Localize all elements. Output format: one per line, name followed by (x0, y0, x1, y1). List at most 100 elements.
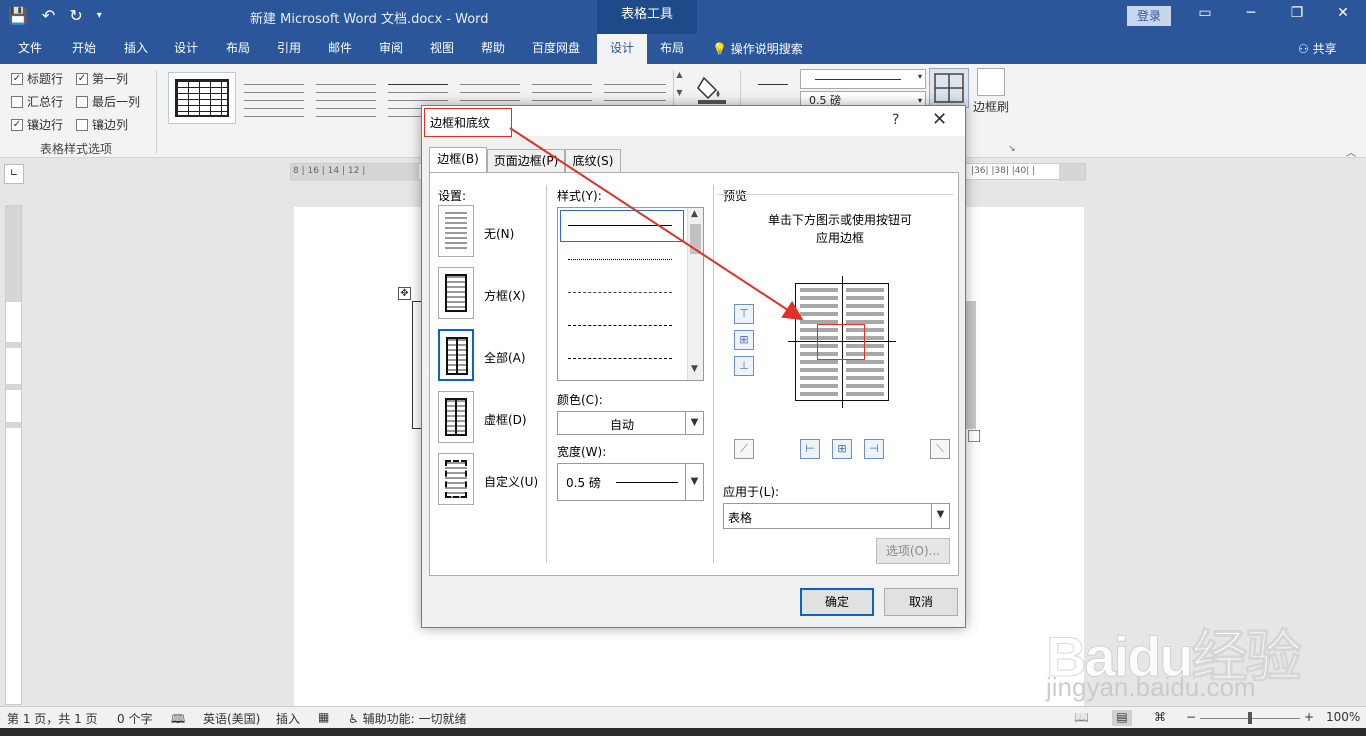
setting-none-label[interactable]: 无(N) (484, 225, 514, 242)
print-layout-icon[interactable]: ▤ (1112, 710, 1132, 726)
ruler-margin-right (1059, 164, 1085, 181)
customize-qat-icon[interactable]: ▾ (97, 10, 102, 21)
tab-view[interactable]: 视图 (420, 34, 464, 64)
tab-design[interactable]: 设计 (164, 34, 208, 64)
table-style-plain-2[interactable] (312, 72, 380, 124)
right-border-icon[interactable]: ⊣ (864, 439, 884, 459)
close-icon[interactable]: ✕ (932, 109, 947, 130)
status-bar: 第 1 页，共 1 页 0 个字 🕮 英语(美国) 插入 ▦ ♿ 辅助功能: 一… (0, 706, 1366, 728)
tab-table-design[interactable]: 设计 (597, 34, 647, 64)
tab-help[interactable]: 帮助 (471, 34, 515, 64)
save-icon[interactable]: 💾 (8, 6, 28, 25)
line-style-dotted[interactable] (568, 259, 672, 260)
diagonal-up-border-icon[interactable]: ⟋ (734, 439, 754, 459)
tab-baidu-netdisk[interactable]: 百度网盘 (524, 34, 588, 64)
language[interactable]: 英语(美国) (203, 710, 260, 727)
shading-button[interactable] (694, 70, 730, 106)
style-list-scrollbar[interactable]: ▲ ▼ (687, 208, 703, 380)
tab-references[interactable]: 引用 (267, 34, 311, 64)
tab-home[interactable]: 开始 (62, 34, 106, 64)
read-mode-icon[interactable]: 📖 (1074, 710, 1089, 724)
checkbox-total-row[interactable]: 汇总行 (11, 93, 63, 110)
left-border-icon[interactable]: ⊢ (800, 439, 820, 459)
line-style-solid[interactable] (568, 225, 672, 226)
table-style-grid[interactable] (168, 72, 236, 124)
login-button[interactable]: 登录 (1127, 6, 1171, 26)
zoom-slider-thumb[interactable] (1248, 712, 1252, 724)
share-button[interactable]: ⚇ 共享 (1298, 40, 1337, 57)
setting-box-label[interactable]: 方框(X) (484, 287, 526, 304)
zoom-level[interactable]: 100% (1326, 710, 1360, 724)
accessibility-status[interactable]: ♿ 辅助功能: 一切就绪 (348, 710, 466, 727)
zoom-out-icon[interactable]: − (1186, 710, 1196, 724)
ribbon-display-icon[interactable]: ▭ (1190, 5, 1220, 21)
minimize-icon[interactable]: ─ (1236, 5, 1266, 21)
line-style-dash-dot[interactable] (568, 358, 672, 359)
borders-button[interactable] (929, 68, 969, 108)
tell-me-search[interactable]: 💡 操作说明搜索 (712, 40, 803, 57)
scroll-up-icon[interactable]: ▲ (691, 209, 698, 219)
tab-review[interactable]: 审阅 (369, 34, 413, 64)
checkbox-banded-columns[interactable]: 镶边列 (76, 116, 128, 133)
tab-table-layout[interactable]: 布局 (650, 34, 694, 64)
table-move-handle[interactable]: ✥ (398, 287, 411, 300)
top-border-icon[interactable]: ⊤ (734, 304, 754, 324)
checkbox-last-column[interactable]: 最后一列 (76, 93, 140, 110)
color-dropdown[interactable]: 自动 ▼ (557, 411, 704, 435)
inside-vertical-border-icon[interactable]: ⊞ (832, 439, 852, 459)
width-dropdown[interactable]: 0.5 磅 ▼ (557, 463, 704, 501)
tab-mailings[interactable]: 邮件 (318, 34, 362, 64)
page-count[interactable]: 第 1 页，共 1 页 (7, 710, 98, 727)
collapse-ribbon-icon[interactable]: ︿ (1346, 144, 1356, 159)
cancel-button[interactable]: 取消 (884, 588, 958, 616)
setting-all-label[interactable]: 全部(A) (484, 349, 526, 366)
apply-to-dropdown[interactable]: 表格 ▼ (723, 503, 950, 529)
scroll-thumb[interactable] (690, 224, 701, 254)
restore-icon[interactable]: ❐ (1282, 5, 1312, 21)
line-style-dashed-small[interactable] (568, 292, 672, 293)
setting-grid-icon[interactable] (438, 391, 474, 443)
word-count[interactable]: 0 个字 (117, 710, 152, 727)
tab-page-border[interactable]: 页面边框(P) (487, 149, 565, 173)
tab-file[interactable]: 文件 (8, 34, 52, 64)
web-layout-icon[interactable]: ⌘ (1154, 710, 1166, 724)
redo-icon[interactable]: ↻ (69, 6, 82, 25)
line-style-selected[interactable] (560, 210, 684, 242)
table-style-plain-1[interactable] (240, 72, 308, 124)
table-resize-handle[interactable] (968, 430, 980, 442)
checkbox-banded-rows[interactable]: ✓ 镶边行 (11, 116, 63, 133)
line-style-dashed[interactable] (568, 325, 672, 326)
tab-layout[interactable]: 布局 (216, 34, 260, 64)
dialog-title-bar[interactable]: 边框和底纹 ? ✕ (422, 106, 965, 137)
setting-all-icon[interactable] (438, 329, 474, 381)
options-button[interactable]: 选项(O)... (876, 538, 950, 564)
checkbox-first-column[interactable]: ✓ 第一列 (76, 70, 128, 87)
help-icon[interactable]: ? (892, 112, 899, 128)
bottom-border-icon[interactable]: ⊥ (734, 356, 754, 376)
insert-mode[interactable]: 插入 (276, 710, 300, 727)
diagonal-down-border-icon[interactable]: ⟍ (930, 439, 950, 459)
close-window-icon[interactable]: ✕ (1328, 5, 1358, 21)
macro-icon[interactable]: ▦ (318, 710, 329, 724)
tab-borders[interactable]: 边框(B) (429, 147, 487, 173)
setting-grid-label[interactable]: 虚框(D) (484, 411, 527, 428)
vertical-ruler[interactable] (5, 205, 22, 705)
style-gallery-scroll[interactable]: ▲ ▼ (673, 70, 685, 110)
tab-insert[interactable]: 插入 (114, 34, 158, 64)
setting-custom-icon[interactable] (438, 453, 474, 505)
line-style-list[interactable]: ▲ ▼ (557, 207, 704, 381)
ok-button[interactable]: 确定 (800, 588, 874, 616)
scroll-down-icon[interactable]: ▼ (691, 364, 698, 374)
tab-selector[interactable]: ∟ (4, 164, 24, 184)
tab-shading[interactable]: 底纹(S) (565, 149, 621, 173)
undo-icon[interactable]: ↶ (42, 6, 55, 25)
checkbox-header-row[interactable]: ✓ 标题行 (11, 70, 63, 87)
dialog-launcher-icon[interactable]: ↘ (1008, 144, 1016, 154)
inside-horizontal-border-icon[interactable]: ⊞ (734, 330, 754, 350)
setting-none-icon[interactable] (438, 205, 474, 257)
setting-custom-label[interactable]: 自定义(U) (484, 473, 538, 490)
border-style-dropdown[interactable]: ▾ (800, 69, 926, 89)
border-painter-button[interactable]: 边框刷 (970, 68, 1012, 115)
zoom-in-icon[interactable]: + (1304, 710, 1314, 724)
setting-box-icon[interactable] (438, 267, 474, 319)
